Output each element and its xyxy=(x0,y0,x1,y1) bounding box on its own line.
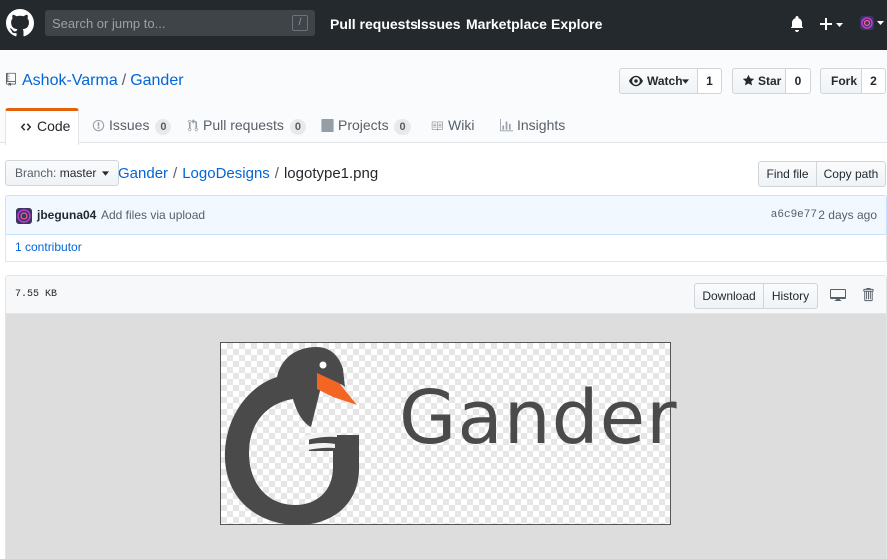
tab-issues-label: Issues xyxy=(109,117,150,133)
tab-issues[interactable]: Issues 0 xyxy=(92,108,172,144)
avatar-pattern-icon xyxy=(861,17,873,29)
branch-name: master xyxy=(59,166,97,180)
tab-wiki-label: Wiki xyxy=(448,117,475,133)
download-button[interactable]: Download xyxy=(694,283,764,309)
eye-icon xyxy=(629,75,643,87)
logo-wordmark: Gander xyxy=(399,375,678,461)
nav-pull-requests[interactable]: Pull requests xyxy=(330,16,418,32)
nav-marketplace[interactable]: Marketplace xyxy=(466,16,547,32)
watch-button[interactable]: Watch xyxy=(619,68,698,94)
plus-dropdown-icon[interactable] xyxy=(819,16,845,32)
branch-prefix: Branch: xyxy=(15,166,57,180)
avatar-caret-icon[interactable] xyxy=(877,21,885,27)
file-size: 7.55 KB xyxy=(15,289,58,300)
contributors-link[interactable]: 1 contributor xyxy=(15,240,82,254)
tab-projects-count: 0 xyxy=(394,119,411,135)
watch-label: Watch xyxy=(647,74,683,88)
author-avatar[interactable] xyxy=(16,208,32,224)
star-label: Star xyxy=(758,74,782,88)
watch-count[interactable]: 1 xyxy=(698,68,722,94)
avatar-pattern-icon xyxy=(17,209,31,223)
tab-insights-label: Insights xyxy=(517,117,566,133)
commit-time: 2 days ago xyxy=(818,208,877,222)
top-header: / Pull requests Issues Marketplace Explo… xyxy=(0,0,887,50)
repo-owner-link[interactable]: Ashok-Varma xyxy=(22,72,118,89)
branch-select-button[interactable]: Branch: master xyxy=(5,160,119,186)
nav-explore[interactable]: Explore xyxy=(551,16,602,32)
desktop-icon[interactable] xyxy=(830,288,846,302)
trash-icon[interactable] xyxy=(862,287,874,302)
branch-caret-icon xyxy=(101,171,109,176)
bell-icon[interactable] xyxy=(790,16,804,32)
find-file-button[interactable]: Find file xyxy=(758,161,817,187)
tab-code[interactable]: Code xyxy=(5,108,79,145)
breadcrumb-repo-link[interactable]: Gander xyxy=(118,165,168,182)
repo-icon xyxy=(6,72,16,87)
nav-issues[interactable]: Issues xyxy=(417,16,461,32)
search-box: / xyxy=(45,10,315,36)
breadcrumb-folder-link[interactable]: LogoDesigns xyxy=(182,165,270,182)
tab-projects[interactable]: Projects 0 xyxy=(321,108,411,144)
graph-icon xyxy=(500,119,513,132)
history-button[interactable]: History xyxy=(763,283,818,309)
project-icon xyxy=(321,119,334,132)
commit-message[interactable]: Add files via upload xyxy=(101,208,205,222)
pull-request-icon xyxy=(188,119,198,132)
tab-insights[interactable]: Insights xyxy=(500,108,565,144)
fork-label: Fork xyxy=(831,74,858,88)
fork-button[interactable]: Fork xyxy=(820,68,862,94)
tab-pull-requests-label: Pull requests xyxy=(203,117,284,133)
tab-pull-requests[interactable]: Pull requests 0 xyxy=(187,108,306,144)
tab-code-label: Code xyxy=(37,118,71,134)
repo-header: Ashok-Varma / Gander Watch 1 Star 0 Fork 2… xyxy=(0,50,887,145)
tab-pull-requests-count: 0 xyxy=(289,119,306,135)
fork-count[interactable]: 2 xyxy=(862,68,886,94)
tab-projects-label: Projects xyxy=(338,117,389,133)
file-header: 7.55 KB Download History xyxy=(6,276,886,314)
github-logo-icon[interactable] xyxy=(6,9,34,37)
star-icon xyxy=(742,74,755,86)
code-icon xyxy=(20,123,32,131)
star-count[interactable]: 0 xyxy=(786,68,811,94)
file-image: Gander xyxy=(220,342,677,526)
user-avatar[interactable] xyxy=(860,16,874,30)
watch-caret-icon xyxy=(682,79,689,84)
commit-author[interactable]: jbeguna04 xyxy=(37,208,96,222)
copy-path-button[interactable]: Copy path xyxy=(816,161,886,187)
image-viewer: Gander xyxy=(6,314,886,559)
commit-sha[interactable]: a6c9e77 xyxy=(771,209,817,221)
breadcrumb: Gander / LogoDesigns / logotype1.png xyxy=(118,165,379,182)
tab-wiki[interactable]: Wiki xyxy=(430,108,474,144)
commit-tease: jbeguna04 Add files via upload a6c9e77 2… xyxy=(5,195,887,235)
contributors-bar: 1 contributor xyxy=(5,234,887,262)
file-box: 7.55 KB Download History Gander xyxy=(5,275,887,559)
search-hotkey-hint: / xyxy=(292,15,308,31)
breadcrumb-filename: logotype1.png xyxy=(283,165,379,182)
repo-title: Ashok-Varma / Gander xyxy=(6,72,184,90)
repo-name-link[interactable]: Gander xyxy=(130,72,183,89)
tab-issues-count: 0 xyxy=(155,119,172,135)
star-button[interactable]: Star xyxy=(732,68,786,94)
search-input[interactable] xyxy=(45,10,285,36)
book-icon xyxy=(431,121,443,131)
issue-icon xyxy=(92,119,105,132)
